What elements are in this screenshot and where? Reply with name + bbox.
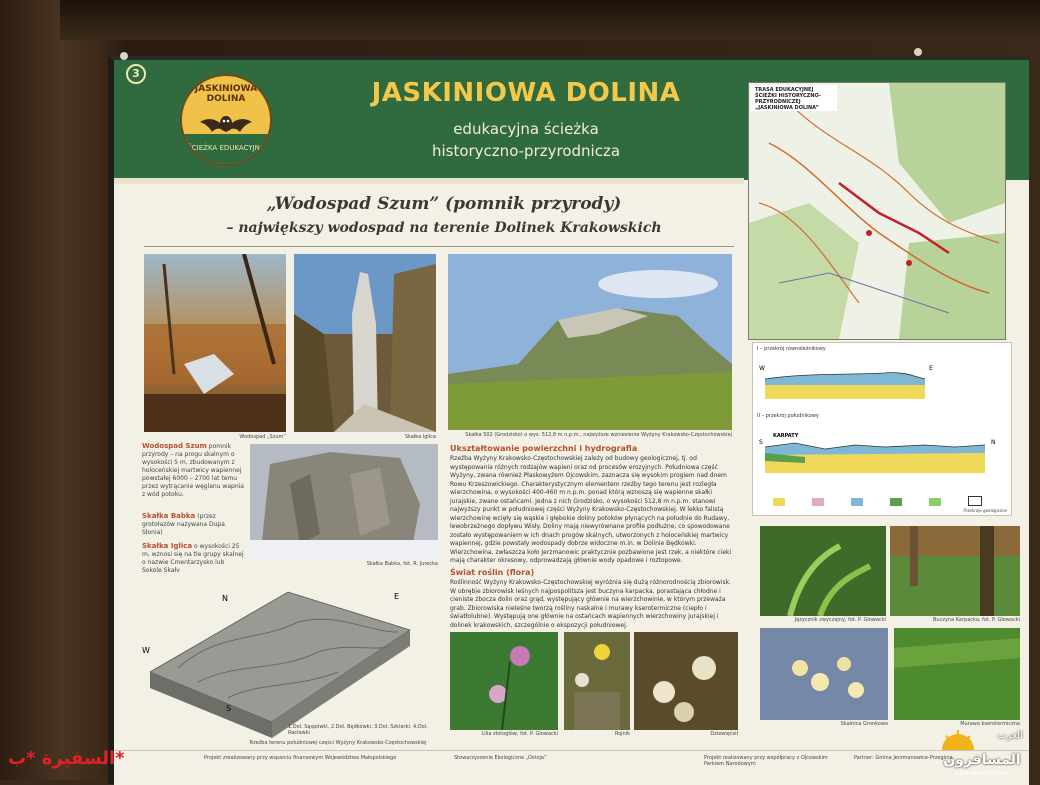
- watermark-signature: السفيرة *ب*: [8, 748, 125, 769]
- logo-text-bottom: ŚCIEŻKA EDUKACYJNA: [182, 134, 270, 164]
- profile-2-chart: [765, 442, 986, 473]
- arab-travelers-logo: العرب المسافرون www.arabtrvl.com: [930, 726, 1034, 777]
- logo-main-text: المسافرون: [943, 752, 1021, 768]
- relief-caption: Rzeźba terenu południowej części Wyżyny …: [249, 740, 427, 746]
- relief-north: N: [222, 594, 228, 603]
- board-subtitle: edukacyjna ścieżka historyczno-przyrodni…: [316, 118, 736, 162]
- subtitle-line-2: historyczno-przyrodnicza: [431, 142, 621, 160]
- section-subheading: – największy wodospad na terenie Dolinek…: [226, 220, 662, 236]
- relief-model: N E W S 1.Dol. Sąspówki, 2.Dol. Będkówki…: [138, 572, 438, 742]
- footer-association: Stowarzyszenie Ekologiczne „Ostoja”: [454, 755, 547, 761]
- trail-logo: JASKINIOWA DOLINA ŚCIEŻKA EDUKACYJNA: [180, 74, 272, 166]
- lily-caption: Lilia złotogłów, fot. P. Głowacki: [481, 731, 558, 737]
- dziewiecsil-photo: [634, 632, 738, 730]
- profile-2-label: II – przekrój południkowy: [757, 413, 819, 419]
- profile-1-w: W: [759, 365, 765, 372]
- profile-legend: [773, 491, 1003, 506]
- profile-1-e: E: [929, 365, 933, 372]
- hydrography-title: Ukształtowanie powierzchni i hydrografia: [450, 444, 638, 453]
- bat-icon: [200, 116, 252, 132]
- logo-text-top: JASKINIOWA DOLINA: [194, 84, 258, 104]
- map-title: TRASA EDUKACYJNEJ ŚCIEŻKI HISTORYCZNO-PR…: [755, 87, 821, 111]
- relief-west: W: [142, 646, 150, 655]
- babka-caption: Skałka Babka, fot. R. Jurecka: [366, 561, 438, 567]
- footer-funding: Projekt zrealizowany przy wsparciu finan…: [204, 755, 397, 761]
- iglica-description: Skałka Iglica o wysokości 25 m, wznosi s…: [142, 542, 246, 575]
- flora-title: Świat roślin (flora): [450, 568, 535, 577]
- relief-south: S: [226, 704, 232, 713]
- lily-photo: [450, 632, 558, 730]
- buczyna-photo: [890, 526, 1020, 616]
- waterfall-photo: [144, 254, 286, 432]
- buczyna-caption: Buczyna Karpacka, fot. P. Głowacki: [932, 617, 1020, 623]
- babka-title: Skałka Babka: [142, 512, 196, 520]
- iglica-title: Skałka Iglica: [142, 542, 193, 550]
- subtitle-line-1: edukacyjna ścieżka: [453, 120, 599, 138]
- jezycznik-caption: Języcznik zwyczajny, fot. P. Głowacki: [794, 617, 886, 623]
- frame-top-beam: [60, 0, 1040, 40]
- header-divider: [114, 178, 744, 184]
- logo-url: www.arabtrvl.com: [954, 770, 1010, 777]
- dziewiecsil-caption: Dziewięćsił: [710, 731, 738, 737]
- profile-2-n: N: [991, 439, 996, 446]
- iglica-photo: [294, 254, 436, 432]
- info-board: 3 JASKINIOWA DOLINA ŚCIEŻKA EDUKACYJNA J…: [108, 48, 1029, 785]
- nail: [120, 52, 128, 60]
- skalnica-caption: Skalnica Gronkowa: [840, 721, 888, 727]
- waterfall-caption: Wodospad „Szum”: [239, 434, 286, 440]
- profile-1-chart: [765, 372, 926, 399]
- station-number: 3: [126, 64, 146, 84]
- profile-2-s: S: [759, 439, 763, 446]
- nail: [914, 48, 922, 56]
- waterfall-body: pomnik przyrody – na progu skalnym o wys…: [142, 443, 244, 498]
- flora-body: Roślinność Wyżyny Krakowsko-Częstochowsk…: [450, 579, 732, 629]
- jezycznik-photo: [760, 526, 886, 616]
- iglica-caption: Skałka Iglica: [404, 434, 436, 440]
- profiles-caption: Przekroje geologiczne: [963, 508, 1007, 513]
- profile-1-label: I – przekrój równoleżnikowy: [757, 346, 826, 352]
- relief-legend: 1.Dol. Sąspówki, 2.Dol. Będkówki, 3.Dol.…: [288, 724, 428, 736]
- rojnik-caption: Rojnik: [614, 731, 630, 737]
- relief-east: E: [394, 592, 400, 601]
- sun-icon: [942, 730, 974, 750]
- babka-rock-photo: [250, 444, 438, 560]
- footer-park: Projekt realizowany przy współpracy z Oj…: [704, 755, 828, 767]
- skalnica-photo: [760, 628, 888, 720]
- section-heading: „Wodospad Szum” (pomnik przyrody): [266, 194, 622, 214]
- murawa-photo: [894, 628, 1020, 720]
- babka-description: Skałka Babka (przez grotołazów nazywana …: [142, 512, 246, 537]
- logo-small-text: العرب: [997, 730, 1023, 741]
- trail-map: TRASA EDUKACYJNEJ ŚCIEŻKI HISTORYCZNO-PR…: [748, 82, 1006, 340]
- geological-profiles: I – przekrój równoleżnikowy W E II – prz…: [752, 342, 1012, 516]
- hydrography-body: Rzeźba Wyżyny Krakowsko-Częstochowskiej …: [450, 455, 732, 564]
- waterfall-title: Wodospad Szum: [142, 442, 207, 450]
- heading-rule: [144, 246, 734, 247]
- rojnik-photo: [564, 632, 630, 730]
- waterfall-description: Wodospad Szum pomnik przyrody – na progu…: [142, 442, 246, 499]
- grodzisko-hill-photo: [448, 254, 732, 430]
- grodzisko-caption: Skałka 502 (Grodzisko) o wys. 512,8 m n.…: [465, 432, 732, 438]
- board-title: JASKINIOWA DOLINA: [371, 78, 681, 108]
